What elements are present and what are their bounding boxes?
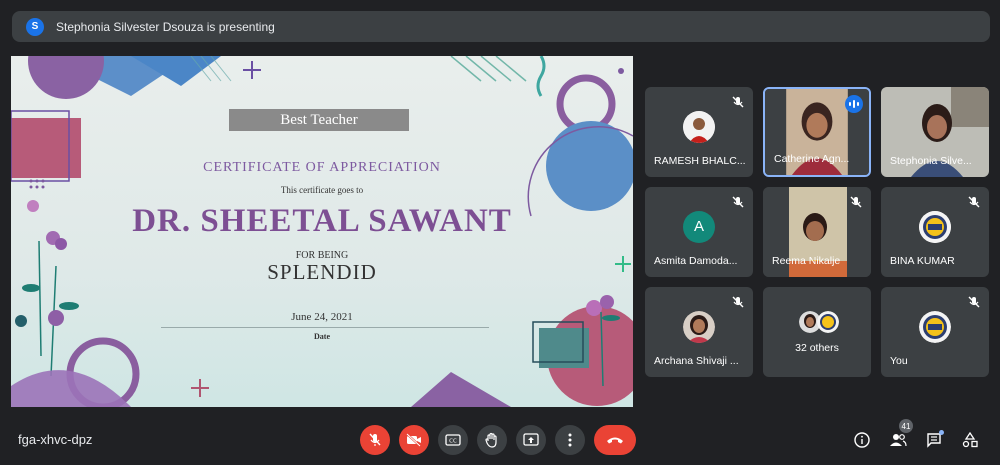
certificate-heading: CERTIFICATE OF APPRECIATION	[203, 160, 441, 175]
end-call-icon	[607, 437, 623, 444]
participant-tile[interactable]: Archana Shivaji ...	[645, 287, 753, 377]
chat-button[interactable]	[924, 430, 944, 450]
people-button[interactable]	[888, 430, 908, 450]
mic-off-icon	[732, 296, 744, 308]
participant-name: BINA KUMAR	[890, 255, 955, 267]
participant-avatar	[683, 310, 715, 343]
self-tile[interactable]: You	[881, 287, 989, 377]
presenting-text: Stephonia Silvester Dsouza is presenting	[56, 19, 275, 34]
certificate-goes-to: This certificate goes to	[280, 185, 364, 195]
captions-icon: CC	[445, 434, 461, 446]
activities-icon	[962, 432, 978, 448]
participant-name: Catherine Agn...	[774, 153, 850, 165]
certificate-date: June 24, 2021	[291, 311, 353, 323]
presenting-banner: S Stephonia Silvester Dsouza is presenti…	[12, 11, 990, 42]
mic-off-icon	[968, 296, 980, 308]
mic-off-icon	[732, 96, 744, 108]
meeting-details-button[interactable]	[852, 430, 872, 450]
certificate-recipient: DR. SHEETAL SAWANT	[132, 203, 512, 239]
participant-name: Stephonia Silve...	[890, 155, 972, 167]
participant-tile[interactable]: Stephonia Silve...	[881, 87, 989, 177]
others-count: 32 others	[795, 342, 839, 354]
present-icon	[523, 433, 539, 446]
participant-tile[interactable]: Reema Nikalje	[763, 187, 871, 277]
speaking-indicator-icon	[845, 95, 863, 113]
people-icon	[890, 434, 907, 447]
presenter-avatar: S	[26, 17, 44, 36]
leave-call-button[interactable]	[594, 425, 636, 455]
activities-button[interactable]	[960, 430, 980, 450]
mic-off-icon	[968, 196, 980, 208]
self-avatar	[919, 310, 951, 343]
raise-hand-icon	[485, 432, 497, 448]
participant-avatar: A	[683, 210, 715, 243]
camera-toggle-button[interactable]	[399, 425, 429, 455]
certificate-date-label: Date	[314, 332, 330, 341]
mic-toggle-button[interactable]	[360, 425, 390, 455]
present-now-button[interactable]	[516, 425, 546, 455]
unread-dot	[939, 430, 944, 435]
shared-screen: Best Teacher CERTIFICATE OF APPRECIATION…	[11, 56, 633, 407]
certificate-badge: Best Teacher	[229, 109, 409, 131]
participant-avatar	[683, 110, 715, 143]
participant-tile[interactable]: A Asmita Damoda...	[645, 187, 753, 277]
raise-hand-button[interactable]	[477, 425, 507, 455]
participant-name: You	[890, 355, 908, 367]
svg-text:CC: CC	[449, 439, 457, 445]
others-tile[interactable]: 32 others	[763, 287, 871, 377]
mic-off-icon	[369, 433, 381, 446]
participant-name: Reema Nikalje	[772, 255, 841, 267]
camera-off-icon	[406, 433, 421, 447]
participant-name: Asmita Damoda...	[654, 255, 738, 267]
participant-count-badge: 41	[899, 419, 913, 433]
more-options-button[interactable]	[555, 425, 585, 455]
mic-off-icon	[850, 196, 862, 208]
certificate-quality: SPLENDID	[267, 260, 377, 284]
participant-avatar	[919, 210, 951, 243]
certificate-date-line	[161, 327, 489, 328]
captions-button[interactable]: CC	[438, 425, 468, 455]
others-avatar	[817, 311, 839, 333]
participant-tile[interactable]: RAMESH BHALC...	[645, 87, 753, 177]
participant-tile[interactable]: BINA KUMAR	[881, 187, 989, 277]
participant-name: RAMESH BHALC...	[654, 155, 746, 167]
meeting-code: fga-xhvc-dpz	[18, 432, 93, 447]
info-icon	[854, 432, 870, 448]
participant-tile-active-speaker[interactable]: Catherine Agn...	[763, 87, 871, 177]
participant-name: Archana Shivaji ...	[654, 355, 739, 367]
mic-off-icon	[732, 196, 744, 208]
more-options-icon	[568, 433, 572, 447]
